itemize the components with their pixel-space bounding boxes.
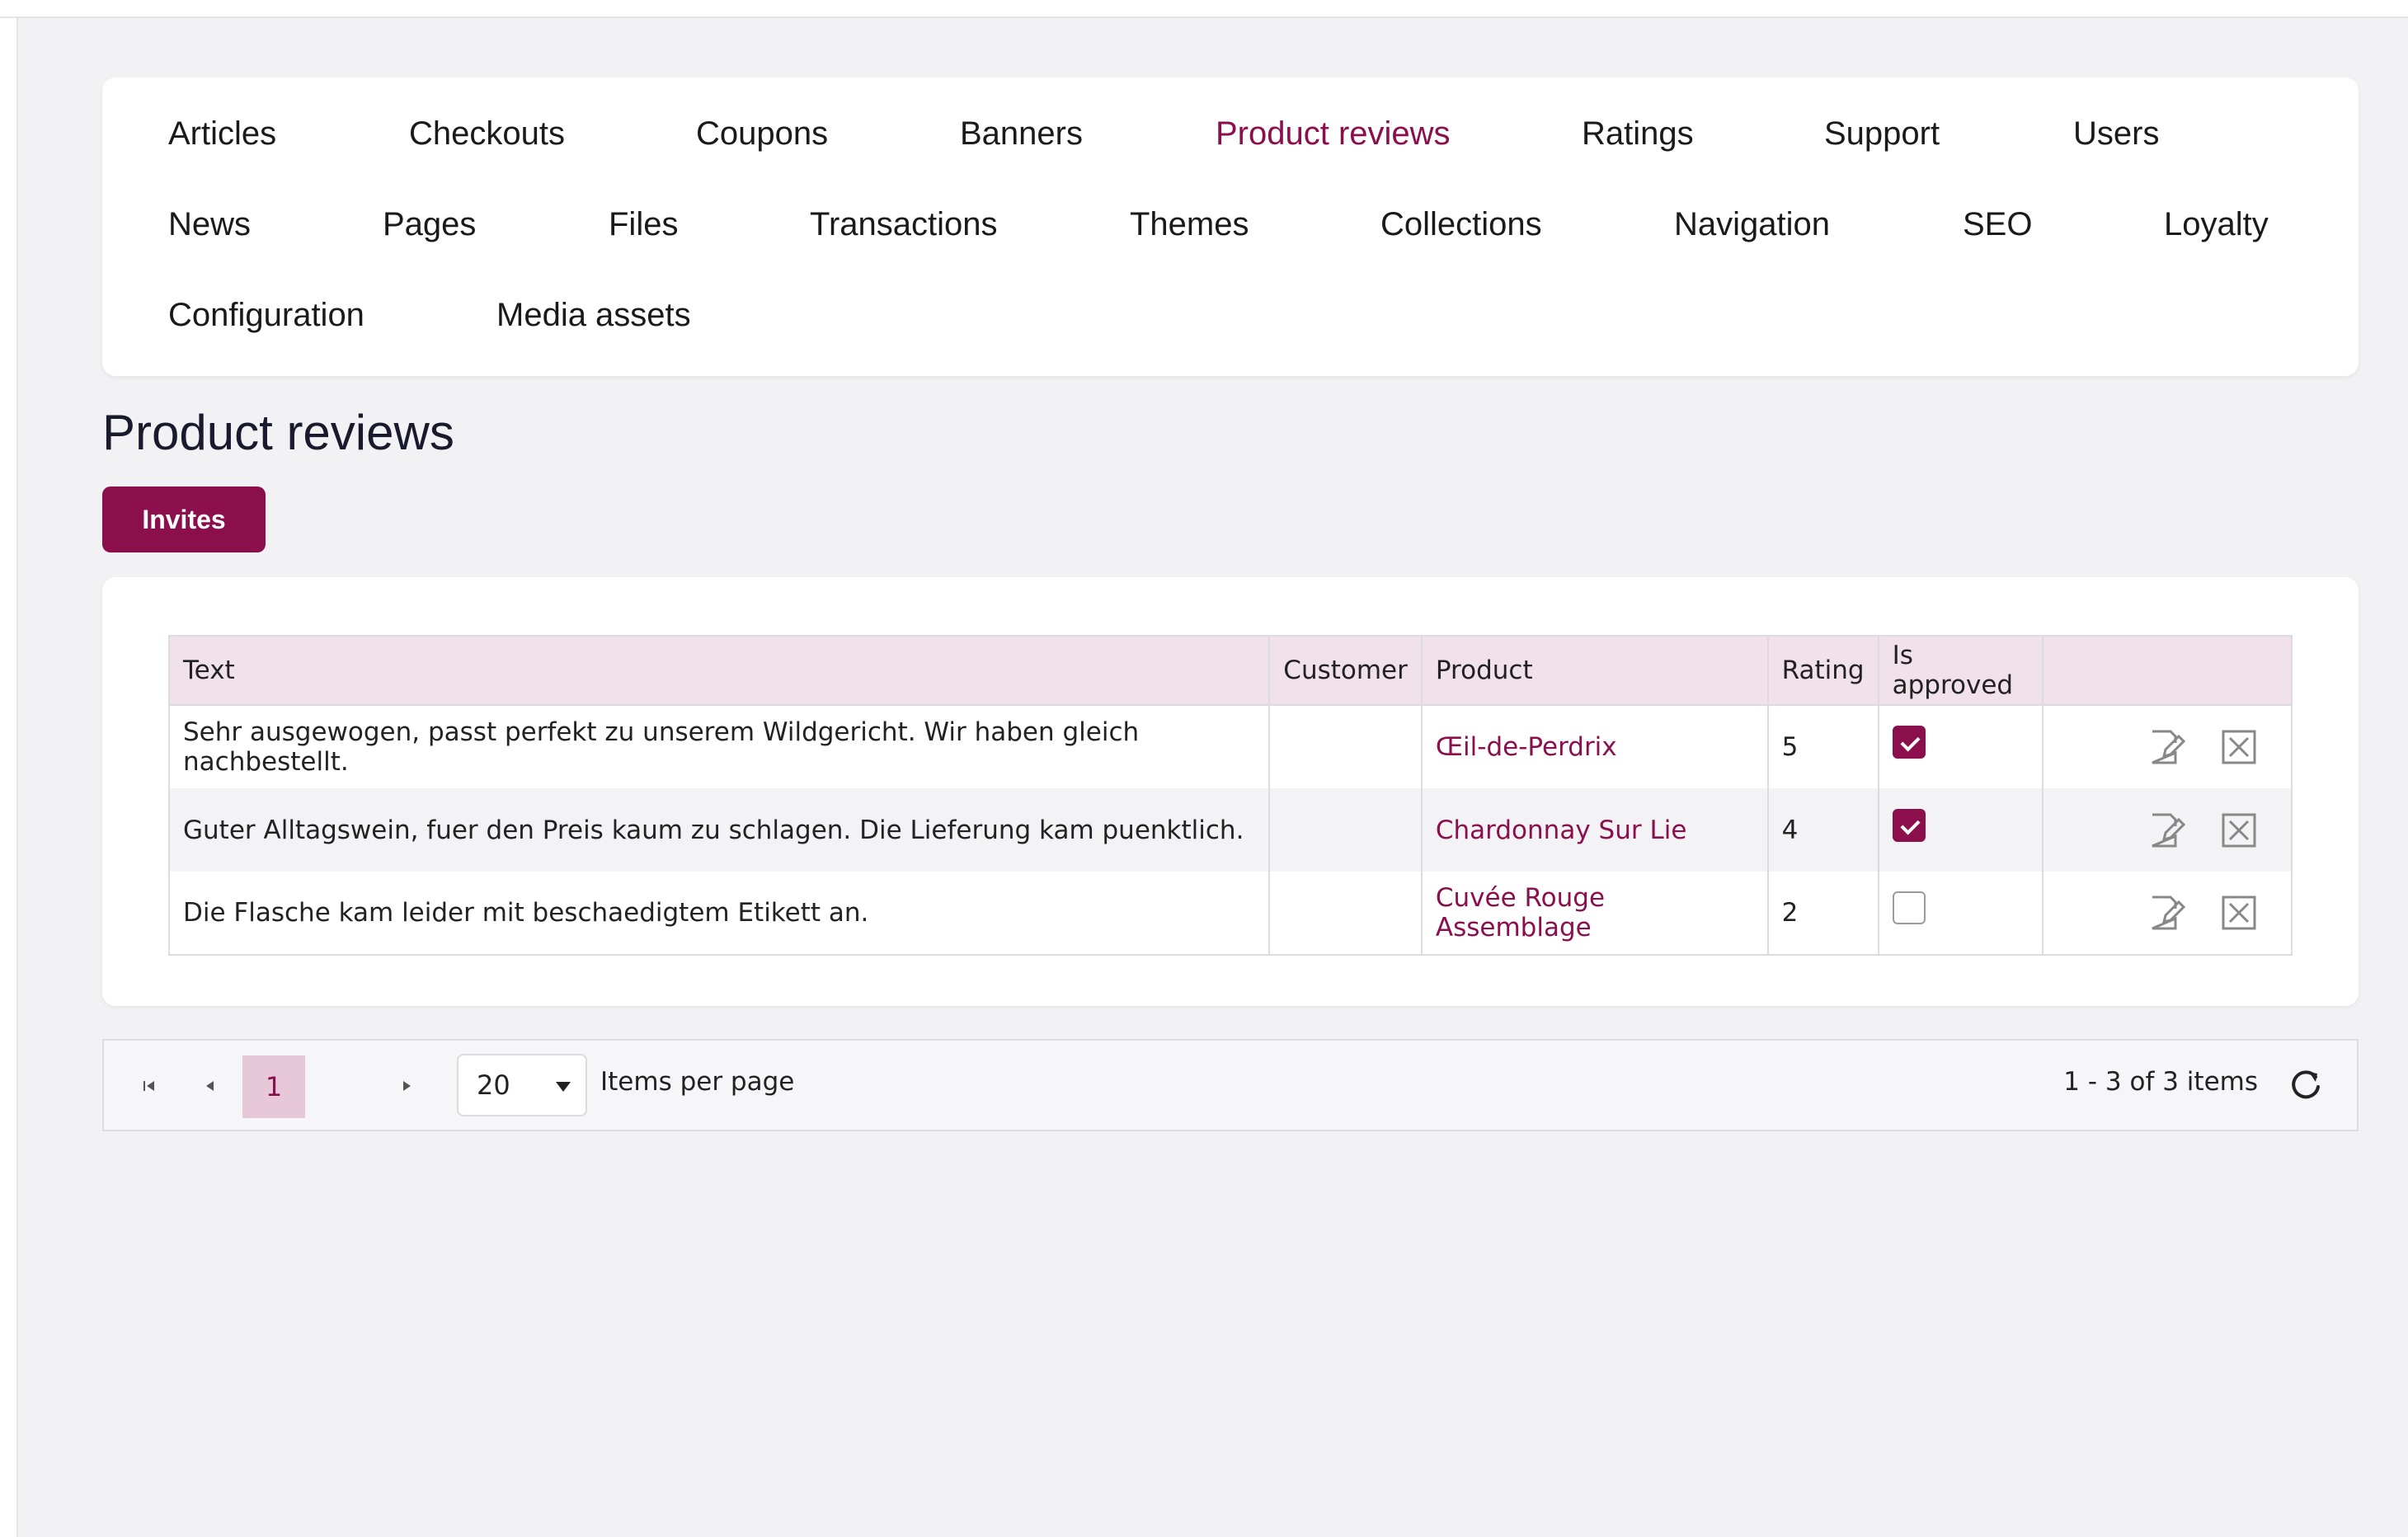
table-row: Sehr ausgewogen, passt perfekt zu unsere… [169,705,2292,788]
rating-cell: 2 [1767,872,1879,955]
pager-overlay [376,1055,437,1116]
rating-cell: 4 [1767,788,1879,872]
page-size-value: 20 [477,1069,510,1101]
nav-item-files[interactable]: Files [609,208,678,241]
delete-icon[interactable] [2220,894,2258,932]
page-number-current[interactable]: 1 [242,1055,305,1118]
nav-item-navigation[interactable]: Navigation [1674,208,1830,241]
column-header-product[interactable]: Product [1421,636,1769,706]
nav-item-loyalty[interactable]: Loyalty [2164,208,2269,241]
nav-item-collections[interactable]: Collections [1380,208,1542,241]
customer-cell [1269,705,1423,788]
column-header-actions [2043,636,2292,706]
rating-cell: 5 [1767,705,1879,788]
review-text-cell: Die Flasche kam leider mit beschaedigtem… [169,872,1271,955]
edit-icon[interactable] [2147,728,2186,766]
product-link[interactable]: Chardonnay Sur Lie [1436,816,1687,845]
nav-item-banners[interactable]: Banners [960,117,1083,150]
nav-item-support[interactable]: Support [1824,117,1940,150]
chevron-down-icon [556,1082,571,1092]
nav-item-checkouts[interactable]: Checkouts [409,117,565,150]
previous-page-icon [206,1081,214,1091]
approved-cell [1878,872,2044,955]
left-sidebar-edge [0,18,18,1537]
edit-icon[interactable] [2147,811,2186,849]
nav-item-news[interactable]: News [168,208,251,241]
customer-cell [1269,872,1423,955]
table-row: Die Flasche kam leider mit beschaedigtem… [169,872,2292,955]
product-link[interactable]: Œil-de-Perdrix [1436,732,1617,762]
nav-item-themes[interactable]: Themes [1130,208,1249,241]
review-text-cell: Sehr ausgewogen, passt perfekt zu unsere… [169,705,1271,788]
refresh-icon[interactable] [2286,1065,2326,1105]
reviews-grid: Text Customer Product Rating Is approved… [168,635,2293,956]
nav-item-product-reviews[interactable]: Product reviews [1216,117,1451,150]
first-page-button[interactable] [119,1055,180,1116]
grid-header-row: Text Customer Product Rating Is approved [169,636,2292,706]
column-header-is-approved[interactable]: Is approved [1878,636,2044,706]
section-nav: Articles Checkouts Coupons Banners Produ… [102,78,2359,376]
product-cell: Cuvée Rouge Assemblage [1421,872,1769,955]
delete-icon[interactable] [2220,811,2258,849]
reviews-grid-card: Text Customer Product Rating Is approved… [102,577,2359,1006]
nav-item-coupons[interactable]: Coupons [696,117,828,150]
actions-cell [2043,705,2292,788]
customer-cell [1269,788,1423,872]
actions-cell [2043,788,2292,872]
review-text-cell: Guter Alltagswein, fuer den Preis kaum z… [169,788,1271,872]
actions-cell [2043,872,2292,955]
nav-item-ratings[interactable]: Ratings [1582,117,1694,150]
top-bar [0,0,2408,18]
product-link[interactable]: Cuvée Rouge Assemblage [1436,883,1605,942]
items-per-page-label: Items per page [600,1067,795,1097]
pager-info: 1 - 3 of 3 items [2063,1067,2258,1097]
approved-checkbox[interactable] [1892,891,1926,924]
nav-item-transactions[interactable]: Transactions [810,208,998,241]
previous-page-button[interactable] [180,1055,241,1116]
product-cell: Chardonnay Sur Lie [1421,788,1769,872]
nav-item-users[interactable]: Users [2073,117,2159,150]
nav-item-pages[interactable]: Pages [383,208,476,241]
column-header-text[interactable]: Text [169,636,1271,706]
nav-item-articles[interactable]: Articles [168,117,276,150]
table-row: Guter Alltagswein, fuer den Preis kaum z… [169,788,2292,872]
column-header-rating[interactable]: Rating [1767,636,1879,706]
nav-item-media-assets[interactable]: Media assets [496,298,691,331]
nav-item-configuration[interactable]: Configuration [168,298,364,331]
approved-cell [1878,788,2044,872]
approved-cell [1878,705,2044,788]
pager: 1 20 Items per page 1 - 3 of 3 items [102,1039,2359,1131]
page-size-select[interactable]: 20 [457,1054,587,1116]
page-title: Product reviews [102,405,454,460]
approved-checkbox[interactable] [1892,726,1926,759]
delete-icon[interactable] [2220,728,2258,766]
nav-item-seo[interactable]: SEO [1963,208,2032,241]
product-cell: Œil-de-Perdrix [1421,705,1769,788]
approved-checkbox[interactable] [1892,808,1926,842]
first-page-icon [143,1081,154,1091]
invites-button[interactable]: Invites [102,486,266,552]
main-content: Articles Checkouts Coupons Banners Produ… [102,78,2359,376]
column-header-customer[interactable]: Customer [1269,636,1423,706]
edit-icon[interactable] [2147,894,2186,932]
